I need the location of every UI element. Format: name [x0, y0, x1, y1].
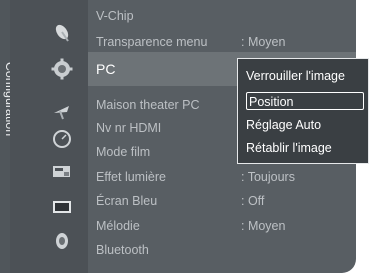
menu-item-value: : Moyen — [241, 35, 286, 49]
display-icon[interactable] — [51, 196, 73, 218]
menu-item-label: Nv nr HDMI — [96, 121, 162, 135]
menu-item-ecran-bleu[interactable]: Écran Bleu : Off — [96, 190, 264, 212]
menu-item-label: Mode film — [96, 145, 151, 159]
gauge-icon[interactable] — [51, 128, 73, 150]
antenna-icon[interactable] — [51, 100, 73, 122]
menu-item-value: : Moyen — [241, 219, 286, 233]
menu-item-value: : Off — [241, 194, 265, 208]
menu-item-vchip[interactable]: V-Chip — [96, 5, 134, 27]
menu-item-bluetooth[interactable]: Bluetooth — [96, 239, 149, 261]
option-position[interactable]: Position — [246, 92, 364, 110]
option-verrouiller-image[interactable]: Verrouiller l'image — [246, 65, 345, 87]
menu-item-label: V-Chip — [96, 9, 134, 23]
menu-item-value: : Toujours — [241, 170, 295, 184]
menu-item-hdmi[interactable]: Nv nr HDMI : — [96, 117, 244, 139]
menu-item-maison-theater[interactable]: Maison theater PC : — [96, 94, 244, 116]
menu-item-label: Mélodie — [96, 219, 140, 233]
pc-submenu-popup: Verrouiller l'image Position Réglage Aut… — [237, 58, 369, 164]
sidebar-title-bar: Configuration — [0, 0, 17, 273]
satellite-dish-icon[interactable] — [51, 22, 73, 44]
menu-item-melodie[interactable]: Mélodie : Moyen — [96, 215, 285, 237]
speaker-icon[interactable] — [51, 230, 73, 252]
menu-item-label: Maison theater PC — [96, 98, 200, 112]
category-icon-column — [10, 0, 88, 273]
menu-item-effet-lumiere[interactable]: Effet lumière : Toujours — [96, 166, 295, 188]
gear-icon[interactable] — [51, 58, 73, 80]
menu-item-label: PC — [96, 61, 116, 77]
menu-item-transparence[interactable]: Transparence menu : Moyen — [96, 31, 285, 53]
option-retablir-image[interactable]: Rétablir l'image — [246, 137, 332, 159]
menu-item-label: Effet lumière — [96, 170, 166, 184]
menu-item-mode-film[interactable]: Mode film : — [96, 141, 244, 163]
option-reglage-auto[interactable]: Réglage Auto — [246, 114, 321, 136]
monitor-icon[interactable] — [51, 162, 73, 184]
menu-item-label: Transparence menu — [96, 35, 208, 49]
menu-item-label: Bluetooth — [96, 243, 149, 257]
menu-item-label: Écran Bleu — [96, 194, 158, 208]
